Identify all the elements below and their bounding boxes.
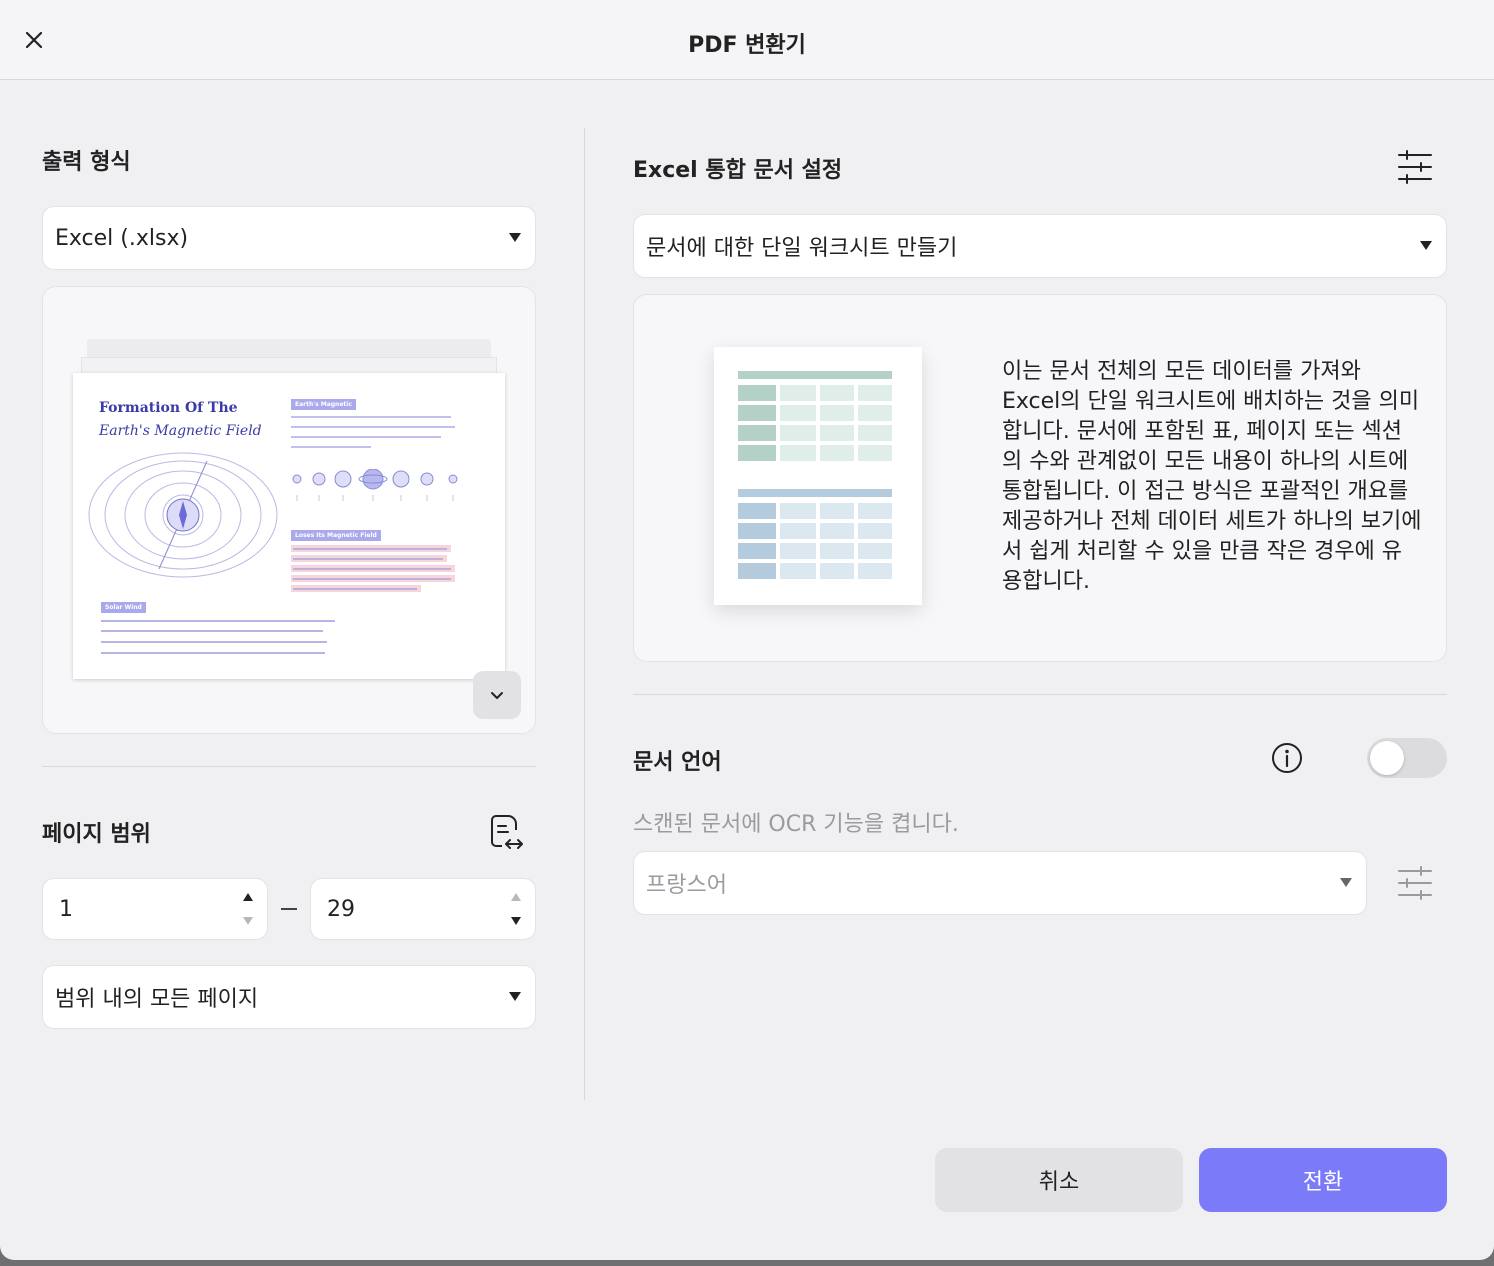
output-format-select[interactable]: Excel (.xlsx) (42, 206, 536, 270)
page-range-title: 페이지 범위 (42, 822, 151, 847)
expand-preview-button[interactable] (473, 671, 521, 719)
decrement-arrow-icon[interactable] (243, 917, 253, 925)
dropdown-arrow-icon (1420, 241, 1432, 250)
single-worksheet-illustration (714, 347, 922, 605)
language-select[interactable]: 프랑스어 (633, 851, 1367, 915)
preview-tag-magnetic: Earth's Magnetic (291, 399, 356, 410)
ocr-toggle[interactable] (1367, 738, 1447, 778)
page-range-swap-button[interactable] (484, 810, 528, 854)
range-to-value: 29 (327, 896, 355, 922)
range-separator (281, 908, 297, 910)
dropdown-arrow-icon (509, 233, 521, 242)
preview-highlighted-lines (291, 545, 455, 592)
range-from-value: 1 (59, 896, 73, 922)
excel-settings-button[interactable] (1394, 146, 1436, 188)
pdf-converter-dialog: PDF 변환기 출력 형식 Excel (.xlsx) Formation Of… (0, 0, 1494, 1260)
preview-text-lines (291, 416, 455, 448)
output-format-title: 출력 형식 (42, 150, 131, 175)
preview-page-thumbnail: Formation Of The Earth's Magnetic Field … (73, 373, 505, 679)
planets-illustration (292, 469, 458, 501)
dialog-title: PDF 변환기 (688, 33, 806, 58)
info-icon (1272, 743, 1302, 773)
worksheet-mode-description: 이는 문서 전체의 모든 데이터를 가져와 Excel의 단일 워크시트에 배치… (1002, 359, 1422, 594)
language-settings-button[interactable] (1394, 862, 1436, 904)
right-divider (633, 694, 1447, 695)
dropdown-arrow-icon (1340, 878, 1352, 887)
increment-arrow-icon[interactable] (243, 893, 253, 901)
dropdown-arrow-icon (509, 992, 521, 1001)
worksheet-mode-select[interactable]: 문서에 대한 단일 워크시트 만들기 (633, 214, 1447, 278)
chevron-down-icon (491, 692, 503, 699)
page-range-to-stepper[interactable]: 29 (310, 878, 536, 940)
preview-tag-solar: Solar Wind (101, 602, 146, 613)
sliders-icon (1398, 866, 1432, 900)
left-divider (42, 766, 536, 767)
language-value: 프랑스어 (646, 873, 727, 898)
ocr-description: 스캔된 문서에 OCR 기능을 켭니다. (633, 812, 959, 837)
increment-arrow-icon[interactable] (511, 893, 521, 901)
convert-button[interactable]: 전환 (1199, 1148, 1447, 1212)
page-subset-value: 범위 내의 모든 페이지 (55, 987, 259, 1012)
preview-tag-loses: Loses Its Magnetic Field (291, 530, 381, 541)
preview-doc-title-1: Formation Of The (99, 400, 238, 416)
document-preview: Formation Of The Earth's Magnetic Field … (42, 286, 536, 734)
magnetic-field-illustration (88, 452, 278, 578)
dialog-header: PDF 변환기 (0, 0, 1494, 80)
doc-language-title: 문서 언어 (633, 750, 722, 775)
decrement-arrow-icon[interactable] (511, 917, 521, 925)
worksheet-mode-info: 이는 문서 전체의 모든 데이터를 가져와 Excel의 단일 워크시트에 배치… (633, 294, 1447, 662)
sliders-icon (1398, 150, 1432, 184)
cancel-button[interactable]: 취소 (935, 1148, 1183, 1212)
toggle-knob (1370, 741, 1404, 775)
page-range-from-stepper[interactable]: 1 (42, 878, 268, 940)
excel-settings-title: Excel 통합 문서 설정 (633, 158, 843, 183)
page-subset-select[interactable]: 범위 내의 모든 페이지 (42, 965, 536, 1029)
output-format-value: Excel (.xlsx) (55, 225, 189, 251)
column-divider (584, 128, 585, 1100)
spreadsheet-icon (738, 371, 892, 579)
worksheet-mode-value: 문서에 대한 단일 워크시트 만들기 (646, 236, 958, 261)
ocr-info-button[interactable] (1270, 741, 1304, 775)
preview-body-lines (101, 620, 335, 654)
preview-doc-title-2: Earth's Magnetic Field (99, 423, 262, 439)
document-swap-icon (491, 815, 523, 849)
